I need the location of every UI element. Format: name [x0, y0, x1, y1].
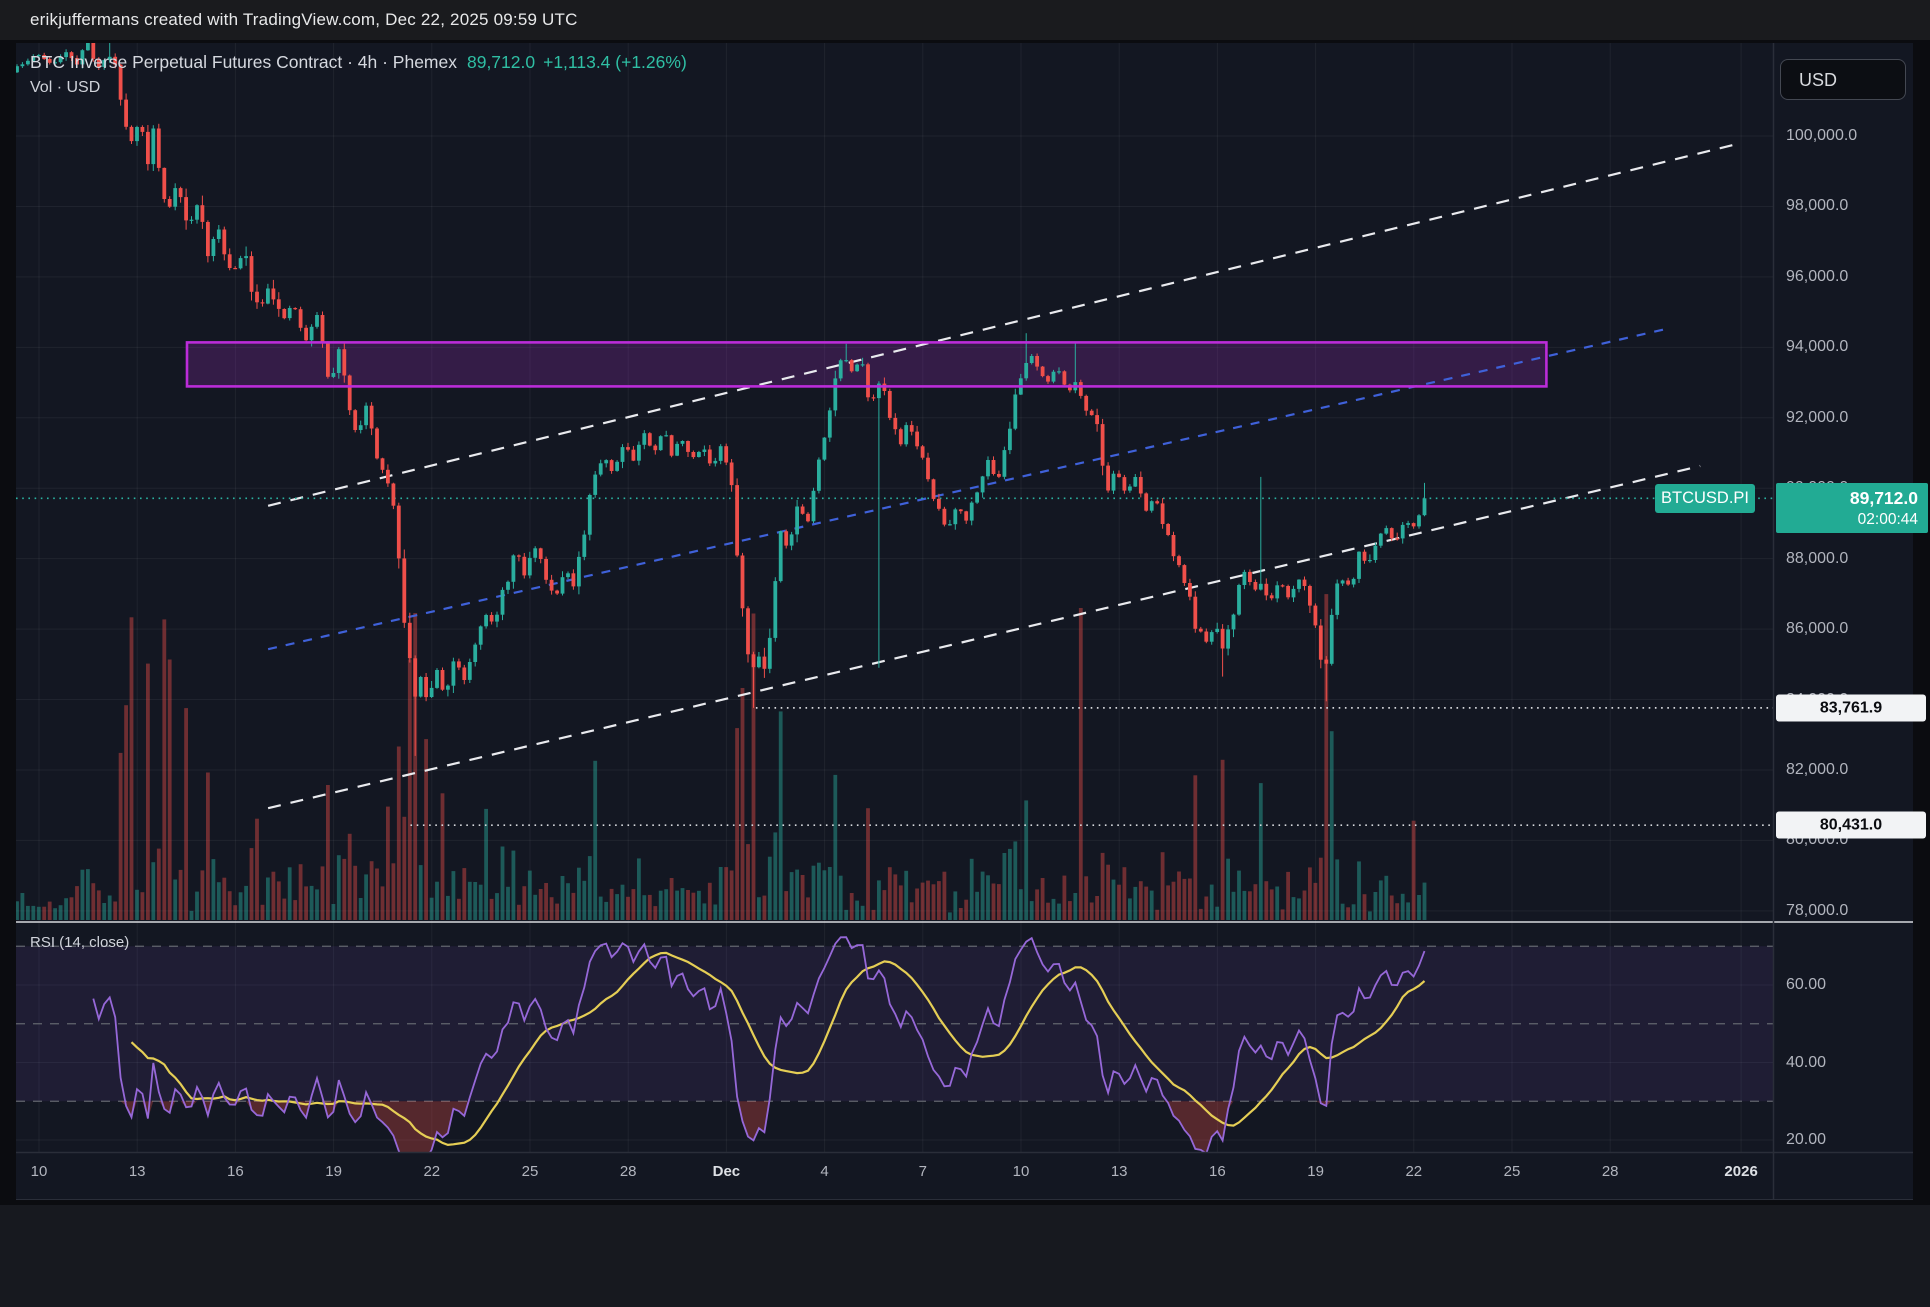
time-axis-label-28: 28: [1602, 1163, 1619, 1180]
price-axis-label-86000: 86,000.0: [1786, 620, 1848, 638]
chart-legend[interactable]: BTC Inverse Perpetual Futures Contract ·…: [30, 52, 687, 73]
time-axis-label-16: 16: [227, 1163, 244, 1180]
time-axis-label-10: 10: [1013, 1163, 1030, 1180]
volume-legend[interactable]: Vol · USD: [30, 79, 100, 97]
time-axis-label-4: 4: [820, 1163, 828, 1180]
price-line-badge-80431: 80,431.0: [1776, 812, 1926, 839]
time-axis-label-22: 22: [423, 1163, 440, 1180]
price-axis-label-82000: 82,000.0: [1786, 761, 1848, 779]
time-axis-label-25: 25: [1504, 1163, 1521, 1180]
time-axis-label-22: 22: [1405, 1163, 1422, 1180]
price-axis-label-100000: 100,000.0: [1786, 127, 1857, 145]
last-price-badge: 89,712.0 02:00:44: [1776, 483, 1928, 533]
symbol-title: BTC Inverse Perpetual Futures Contract ·…: [30, 52, 457, 72]
rsi-legend[interactable]: RSI (14, close): [30, 934, 129, 951]
last-price-value: 89,712.0: [1786, 486, 1918, 510]
time-axis-label-28: 28: [620, 1163, 637, 1180]
time-axis-label-19: 19: [325, 1163, 342, 1180]
time-axis-label-13: 13: [129, 1163, 146, 1180]
price-axis-label-94000: 94,000.0: [1786, 338, 1848, 356]
price-axis-label-96000: 96,000.0: [1786, 268, 1848, 286]
price-axis-label-98000: 98,000.0: [1786, 197, 1848, 215]
time-axis-label-13: 13: [1111, 1163, 1128, 1180]
time-axis-label-Dec: Dec: [713, 1163, 741, 1180]
time-axis-label-16: 16: [1209, 1163, 1226, 1180]
symbol-price-tag: BTCUSD.PI: [1655, 484, 1755, 513]
rsi-axis-label-60: 60.00: [1786, 976, 1826, 994]
legend-last-price: 89,712.0: [467, 52, 535, 72]
chart-canvas[interactable]: [0, 0, 1930, 1307]
time-axis-label-10: 10: [31, 1163, 48, 1180]
price-line-badge-83761: 83,761.9: [1776, 694, 1926, 721]
price-axis-label-92000: 92,000.0: [1786, 409, 1848, 427]
currency-toggle-button[interactable]: USD: [1780, 59, 1906, 100]
bar-countdown: 02:00:44: [1786, 510, 1918, 529]
time-axis-label-7: 7: [919, 1163, 927, 1180]
rsi-axis-label-20: 20.00: [1786, 1131, 1826, 1149]
legend-change: +1,113.4 (+1.26%): [543, 52, 687, 72]
time-axis-label-25: 25: [522, 1163, 539, 1180]
rsi-axis-label-40: 40.00: [1786, 1054, 1826, 1072]
time-axis-label-19: 19: [1307, 1163, 1324, 1180]
time-axis-label-2026: 2026: [1724, 1163, 1757, 1180]
tradingview-screenshot: erikjuffermans created with TradingView.…: [0, 0, 1930, 1307]
price-axis-label-88000: 88,000.0: [1786, 550, 1848, 568]
price-axis-label-78000: 78,000.0: [1786, 902, 1848, 920]
